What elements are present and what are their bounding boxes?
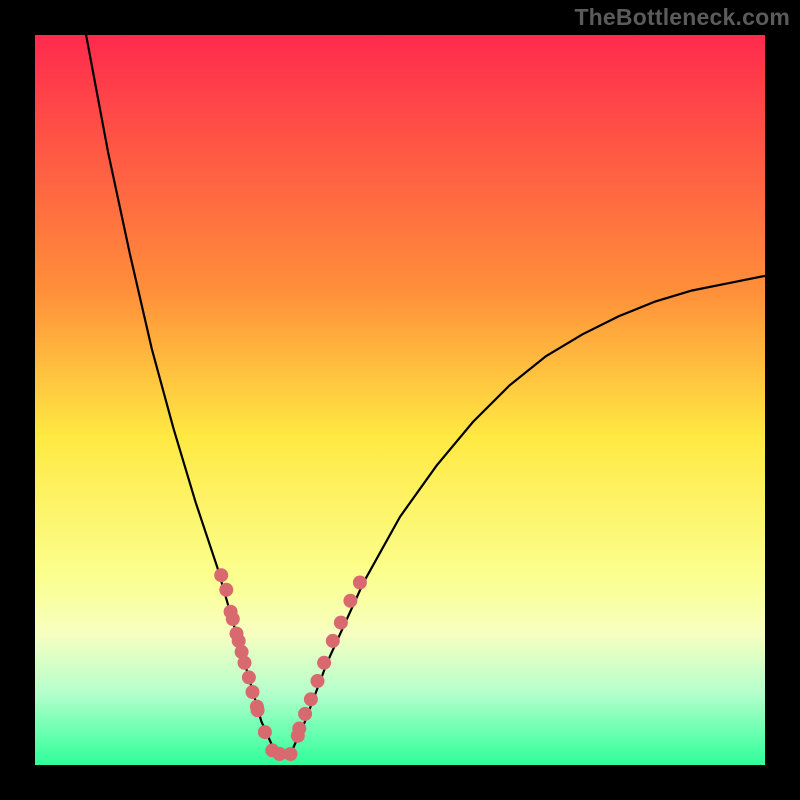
data-point — [304, 692, 318, 706]
data-point — [343, 594, 357, 608]
data-point — [251, 703, 265, 717]
data-point — [238, 656, 252, 670]
data-point — [292, 722, 306, 736]
data-point — [226, 612, 240, 626]
data-point — [317, 656, 331, 670]
bottleneck-curve-plot — [0, 0, 800, 800]
data-point — [219, 583, 233, 597]
data-point — [326, 634, 340, 648]
data-point — [214, 568, 228, 582]
data-point — [258, 725, 272, 739]
data-point — [298, 707, 312, 721]
chart-container: TheBottleneck.com — [0, 0, 800, 800]
data-point — [246, 685, 260, 699]
plot-background — [35, 35, 765, 765]
data-point — [284, 747, 298, 761]
data-point — [242, 670, 256, 684]
data-point — [353, 576, 367, 590]
data-point — [311, 674, 325, 688]
data-point — [334, 616, 348, 630]
